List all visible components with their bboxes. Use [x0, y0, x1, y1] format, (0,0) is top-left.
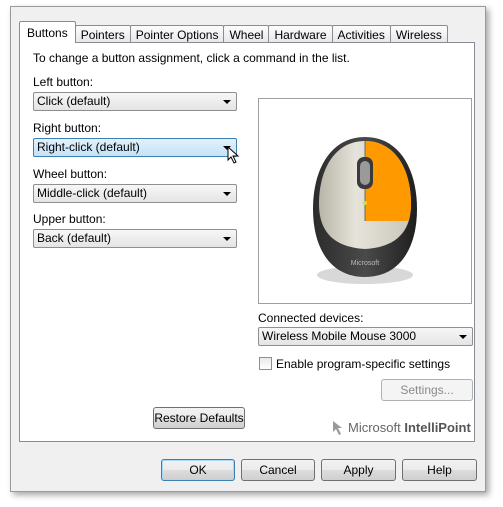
left-button-value: Click (default) — [37, 94, 111, 108]
restore-defaults-button[interactable]: Restore Defaults — [153, 407, 245, 429]
tab-wheel[interactable]: Wheel — [223, 25, 270, 43]
connected-devices-dropdown[interactable]: Wireless Mobile Mouse 3000 — [258, 327, 473, 346]
left-button-dropdown[interactable]: Click (default) — [33, 92, 237, 111]
intellipoint-logo-icon — [333, 421, 342, 435]
chevron-down-icon — [459, 335, 467, 339]
settings-button[interactable]: Settings... — [381, 379, 473, 401]
wheel-button-value: Middle-click (default) — [37, 186, 148, 200]
upper-button-value: Back (default) — [37, 231, 112, 245]
mouse-image: Microsoft — [313, 137, 417, 284]
chevron-down-icon — [223, 100, 231, 104]
instruction-text: To change a button assignment, click a c… — [33, 51, 350, 65]
right-button-value: Right-click (default) — [37, 140, 140, 154]
upper-button-dropdown[interactable]: Back (default) — [33, 229, 237, 248]
apply-button[interactable]: Apply — [321, 459, 396, 481]
right-button-dropdown[interactable]: Right-click (default) — [33, 138, 237, 157]
program-specific-label: Enable program-specific settings — [276, 357, 451, 371]
cancel-button[interactable]: Cancel — [241, 459, 315, 481]
ok-button[interactable]: OK — [161, 459, 235, 481]
tab-hardware[interactable]: Hardware — [268, 25, 333, 43]
wheel-button-label: Wheel button: — [33, 167, 108, 181]
tab-pointer-options[interactable]: Pointer Options — [129, 25, 225, 43]
mouse-cursor-icon — [227, 146, 240, 164]
tab-activities[interactable]: Activities — [331, 25, 391, 43]
tab-buttons[interactable]: Buttons — [19, 21, 76, 43]
mouse-properties-dialog: Buttons Pointers Pointer Options Wheel H… — [10, 6, 486, 492]
upper-button-label: Upper button: — [33, 212, 106, 226]
tab-pointers[interactable]: Pointers — [74, 25, 131, 43]
mouse-preview: Microsoft — [258, 98, 472, 304]
program-specific-checkbox[interactable] — [259, 357, 272, 370]
tab-strip: Buttons Pointers Pointer Options Wheel H… — [19, 21, 448, 43]
connected-devices-value: Wireless Mobile Mouse 3000 — [262, 329, 417, 343]
help-button[interactable]: Help — [402, 459, 477, 481]
brand-product: IntelliPoint — [404, 420, 471, 435]
tab-wireless[interactable]: Wireless — [389, 25, 448, 43]
buttons-panel: To change a button assignment, click a c… — [19, 42, 475, 442]
left-button-label: Left button: — [33, 75, 94, 89]
brand-company: Microsoft — [348, 420, 401, 435]
mouse-brand-text: Microsoft — [351, 260, 379, 267]
right-button-label: Right button: — [33, 121, 102, 135]
chevron-down-icon — [223, 237, 231, 241]
intellipoint-brand: Microsoft IntelliPoint — [348, 420, 471, 435]
wheel-button-dropdown[interactable]: Middle-click (default) — [33, 184, 237, 203]
connected-devices-label: Connected devices: — [258, 311, 364, 325]
chevron-down-icon — [223, 192, 231, 196]
